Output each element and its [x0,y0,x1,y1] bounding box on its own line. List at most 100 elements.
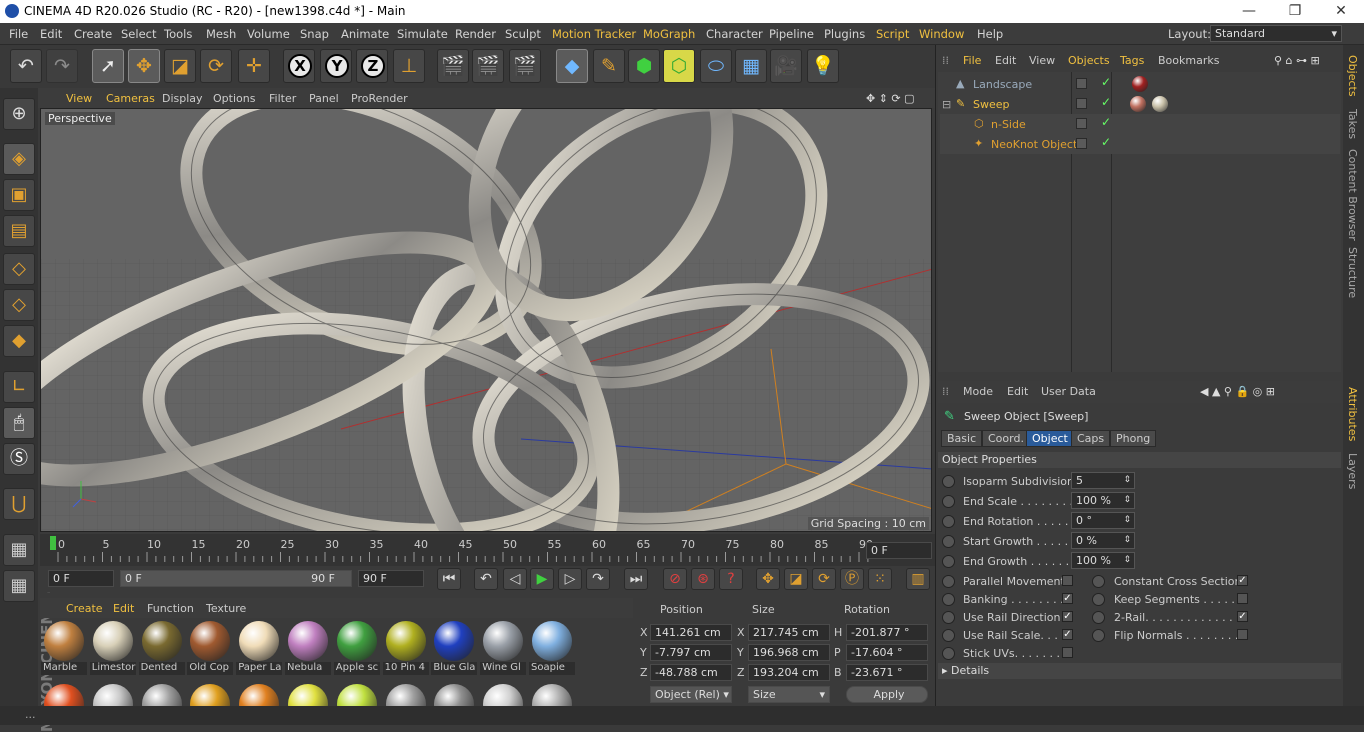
position-field[interactable]: -7.797 cm [650,644,732,661]
floor-object-button[interactable]: ▦ [735,49,767,83]
camera-object-button[interactable]: 🎥 [770,49,802,83]
menu-motion-tracker[interactable]: Motion Tracker [552,27,636,41]
am-menu-edit[interactable]: Edit [1007,385,1028,398]
apply-button[interactable]: Apply [846,686,928,703]
am-menu-mode[interactable]: Mode [963,385,993,398]
attribute-tab[interactable]: Coord. [982,430,1030,447]
vp-menu-options[interactable]: Options [213,92,255,105]
go-to-start-button[interactable]: ⏮ [437,568,461,590]
checkbox[interactable]: ✓ [1237,575,1248,586]
animate-radio-icon[interactable] [942,647,955,660]
workplane-mode-button[interactable]: ▤ [3,215,35,247]
current-frame-field[interactable]: 0 F [866,542,932,559]
side-tab-attributes[interactable]: Attributes [1346,387,1359,441]
spinner-arrows-icon[interactable]: ⇕ [1123,493,1131,508]
size-mode-select[interactable]: Size ▾ [748,686,830,703]
menu-create[interactable]: Create [74,27,112,41]
animate-radio-icon[interactable] [1092,575,1105,588]
details-section[interactable]: ▸ Details [938,663,1341,679]
end-frame-field[interactable]: 90 F [358,570,424,587]
vp-menu-panel[interactable]: Panel [309,92,339,105]
live-selection-button[interactable]: ➚ [92,49,124,83]
menu-simulate[interactable]: Simulate [397,27,448,41]
vp-menu-view[interactable]: View [66,92,92,105]
checkbox[interactable]: ✓ [1062,593,1073,604]
y-axis-lock-button[interactable]: Y [320,49,352,83]
enabled-check-icon[interactable]: ✓ [1101,115,1111,129]
rotate-tool-button[interactable]: ⟳ [200,49,232,83]
checkbox[interactable] [1237,629,1248,640]
mat-menu-create[interactable]: Create [66,602,103,615]
model-mode-button[interactable]: ◈ [3,143,35,175]
side-tab-takes[interactable]: Takes [1346,109,1359,139]
cloner-button[interactable]: ⬡ [663,49,695,83]
animate-radio-icon[interactable] [942,475,955,488]
vp-menu-prorender[interactable]: ProRender [351,92,408,105]
size-field[interactable]: 196.968 cm [748,644,830,661]
object-row[interactable]: ⬡ n-Side ✓ [940,114,1340,134]
material-swatch[interactable] [529,684,575,706]
snap-button[interactable]: ⋃ [3,488,35,520]
animate-radio-icon[interactable] [942,535,955,548]
layer-swatch[interactable] [1076,78,1087,89]
side-tab-layers[interactable]: Layers [1346,453,1359,489]
cube-object-button[interactable]: ◆ [556,49,588,83]
menu-character[interactable]: Character [706,27,763,41]
material-swatch[interactable] [480,684,526,706]
om-menu-tags[interactable]: Tags [1120,54,1144,67]
redo-button[interactable]: ↷ [46,49,78,83]
timeline-window-button[interactable]: ▥ [906,568,930,590]
close-button[interactable]: ✕ [1318,0,1364,23]
play-button[interactable]: ▶ [530,568,554,590]
material-swatch[interactable] [236,684,282,706]
material-swatch[interactable]: Dented [138,621,185,676]
solo-mode-button[interactable]: Ⓢ [3,443,35,475]
minimize-button[interactable]: — [1226,0,1272,23]
render-to-picture-viewer-button[interactable]: 🎬 [472,49,504,83]
attribute-value-field[interactable]: 100 % ⇕ [1071,492,1135,509]
checkbox[interactable] [1237,593,1248,604]
menu-select[interactable]: Select [121,27,156,41]
checkbox[interactable] [1062,575,1073,586]
subdivision-surface-button[interactable]: ⬢ [628,49,660,83]
animate-radio-icon[interactable] [942,555,955,568]
layer-swatch[interactable] [1076,138,1087,149]
rotation-field[interactable]: -23.671 ° [846,664,928,681]
coordinate-system-button[interactable]: ⊥ [393,49,425,83]
key-scale-button[interactable]: ◪ [784,568,808,590]
x-axis-lock-button[interactable]: X [283,49,315,83]
checkbox[interactable] [1062,647,1073,658]
viewport-nav-icons[interactable]: ✥ ⇕ ⟳ ▢ [866,92,915,105]
menu-volume[interactable]: Volume [247,27,290,41]
move-tool-button[interactable]: ✥ [128,49,160,83]
animate-radio-icon[interactable] [1092,611,1105,624]
undo-button[interactable]: ↶ [10,49,42,83]
position-field[interactable]: -48.788 cm [650,664,732,681]
vp-menu-cameras[interactable]: Cameras [106,92,155,105]
playhead[interactable] [50,536,56,550]
pen-spline-button[interactable]: ✎ [593,49,625,83]
menu-mesh[interactable]: Mesh [206,27,236,41]
start-frame-field[interactable]: 0 F [48,570,114,587]
om-menu-file[interactable]: File [963,54,981,67]
animate-radio-icon[interactable] [942,495,955,508]
menu-render[interactable]: Render [455,27,496,41]
viewport-perspective[interactable]: Perspective Grid Spacing : 10 cm [40,108,932,532]
material-swatch[interactable]: 10 Pin 4 [382,621,429,676]
deformer-button[interactable]: ⬭ [700,49,732,83]
coord-mode-select[interactable]: Object (Rel) ▾ [650,686,732,703]
material-swatch[interactable]: Wine Gl [480,621,527,676]
spinner-arrows-icon[interactable]: ⇕ [1123,473,1131,488]
object-row[interactable]: ▲ Landscape ✓ [940,74,1340,94]
spinner-arrows-icon[interactable]: ⇕ [1123,513,1131,528]
side-tab-structure[interactable]: Structure [1346,247,1359,298]
z-axis-lock-button[interactable]: Z [356,49,388,83]
material-tag-icon[interactable] [1130,96,1146,112]
layer-swatch[interactable] [1076,118,1087,129]
attribute-value-field[interactable]: 5 ⇕ [1071,472,1135,489]
om-menu-view[interactable]: View [1029,54,1055,67]
am-menu-user-data[interactable]: User Data [1041,385,1096,398]
render-view-button[interactable]: 🎬 [437,49,469,83]
om-menu-edit[interactable]: Edit [995,54,1016,67]
material-swatch[interactable] [139,684,185,706]
